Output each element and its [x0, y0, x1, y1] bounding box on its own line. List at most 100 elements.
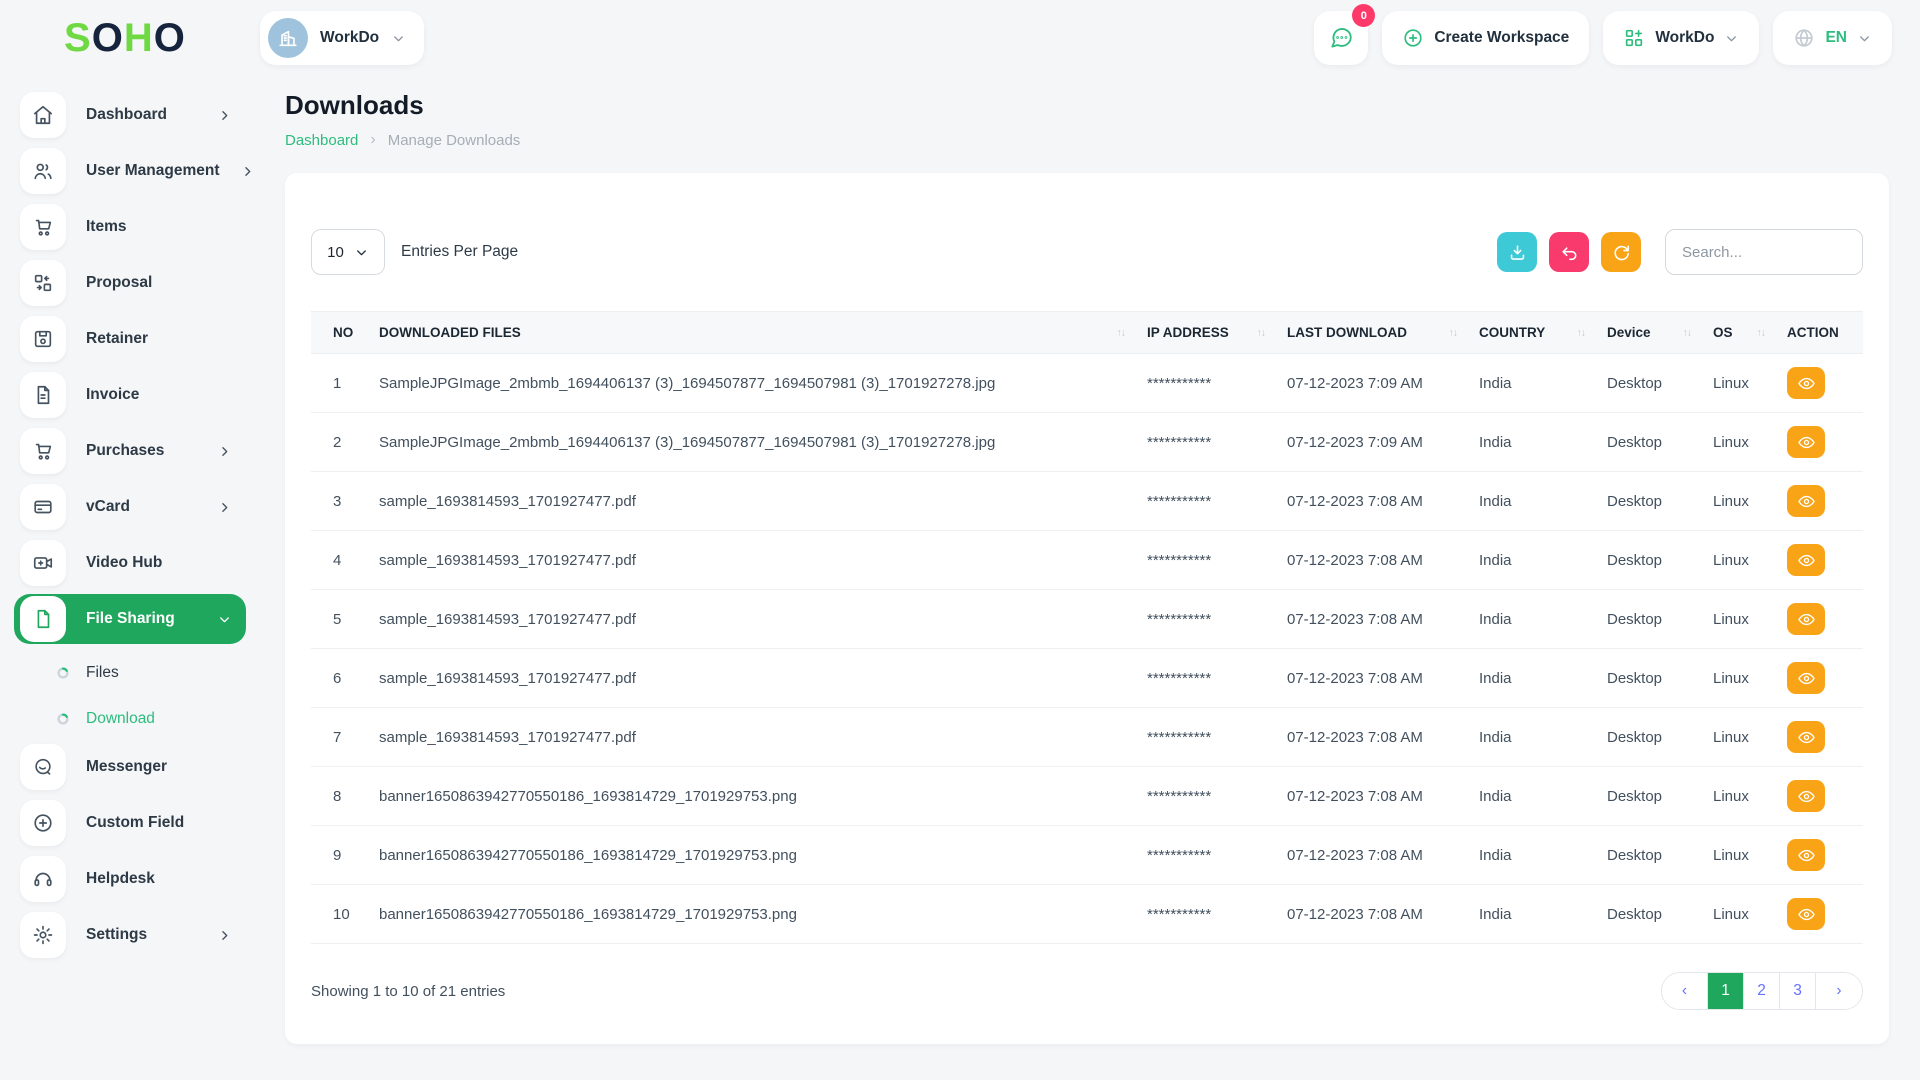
sidebar-item-retainer[interactable]: Retainer: [14, 314, 246, 364]
view-download-button[interactable]: [1787, 662, 1825, 694]
cell-action: [1777, 354, 1863, 413]
sidebar-item-label: Items: [86, 218, 127, 236]
sidebar-item-file-sharing[interactable]: File Sharing: [14, 594, 246, 644]
column-header-last-download[interactable]: LAST DOWNLOAD ↑↓: [1277, 312, 1469, 354]
cell-file: SampleJPGImage_2mbmb_1694406137 (3)_1694…: [369, 413, 1137, 472]
column-header-device[interactable]: Device↑↓: [1597, 312, 1703, 354]
sidebar-item-purchases[interactable]: Purchases: [14, 426, 246, 476]
pagination-page-1[interactable]: 1: [1708, 973, 1744, 1009]
sort-icon[interactable]: ↑↓: [1257, 327, 1266, 339]
column-header-label: LAST DOWNLOAD: [1287, 325, 1407, 340]
sidebar-item-proposal[interactable]: Proposal: [14, 258, 246, 308]
cell-device: Desktop: [1597, 590, 1703, 649]
download-icon: [1508, 243, 1527, 262]
column-header-country[interactable]: COUNTRY↑↓: [1469, 312, 1597, 354]
cell-no: 4: [311, 531, 369, 590]
view-download-button[interactable]: [1787, 721, 1825, 753]
sidebar-item-video-hub[interactable]: Video Hub: [14, 538, 246, 588]
app-switcher-label: WorkDo: [1655, 29, 1714, 47]
cell-device: Desktop: [1597, 413, 1703, 472]
column-header-ip-address[interactable]: IP ADDRESS ↑↓: [1137, 312, 1277, 354]
cell-device: Desktop: [1597, 531, 1703, 590]
cell-no: 10: [311, 885, 369, 944]
cell-ip: ***********: [1137, 413, 1277, 472]
sidebar-item-settings[interactable]: Settings: [14, 910, 246, 960]
loader-bullet-icon: [56, 666, 70, 680]
sort-icon[interactable]: ↑↓: [1757, 327, 1766, 339]
cell-os: Linux: [1703, 472, 1777, 531]
cell-device: Desktop: [1597, 767, 1703, 826]
cell-last_download: 07-12-2023 7:08 AM: [1277, 472, 1469, 531]
table-row: 6sample_1693814593_1701927477.pdf*******…: [311, 649, 1863, 708]
sort-icon[interactable]: ↑↓: [1449, 327, 1458, 339]
cell-country: India: [1469, 590, 1597, 649]
sidebar-item-vcard[interactable]: vCard: [14, 482, 246, 532]
cell-device: Desktop: [1597, 708, 1703, 767]
sort-icon[interactable]: ↑↓: [1683, 327, 1692, 339]
sidebar-item-items[interactable]: Items: [14, 202, 246, 252]
sidebar-item-helpdesk[interactable]: Helpdesk: [14, 854, 246, 904]
pagination-page-3[interactable]: 3: [1780, 973, 1816, 1009]
chevron-right-icon: [217, 108, 232, 123]
column-header-label: OS: [1713, 325, 1733, 340]
downloads-card: 10 Entries Per Page NODOWNLOADED FILES↑↓…: [285, 173, 1889, 1044]
sidebar-subitem-files[interactable]: Files: [14, 650, 246, 696]
cell-no: 7: [311, 708, 369, 767]
create-workspace-button[interactable]: Create Workspace: [1382, 11, 1589, 65]
sidebar-item-label: Purchases: [86, 442, 164, 460]
refresh-button[interactable]: [1601, 232, 1641, 272]
view-download-button[interactable]: [1787, 780, 1825, 812]
app-switcher-button[interactable]: WorkDo: [1603, 11, 1759, 65]
breadcrumb-dashboard-link[interactable]: Dashboard: [285, 132, 358, 149]
column-header-label: IP ADDRESS: [1147, 325, 1229, 340]
table-row: 10banner1650863942770550186_1693814729_1…: [311, 885, 1863, 944]
cell-action: [1777, 767, 1863, 826]
chevron-right-icon: [217, 444, 232, 459]
column-header-label: ACTION: [1787, 325, 1839, 340]
workspace-selector[interactable]: WorkDo: [260, 11, 424, 65]
cell-no: 5: [311, 590, 369, 649]
eye-icon: [1797, 610, 1816, 629]
sort-icon[interactable]: ↑↓: [1117, 327, 1126, 339]
cell-file: sample_1693814593_1701927477.pdf: [369, 531, 1137, 590]
sort-icon[interactable]: ↑↓: [1577, 327, 1586, 339]
main-content: Downloads Dashboard › Manage Downloads 1…: [260, 76, 1920, 1044]
pagination-next-button[interactable]: ›: [1816, 973, 1862, 1009]
sidebar-item-messenger[interactable]: Messenger: [14, 742, 246, 792]
table-row: 4sample_1693814593_1701927477.pdf*******…: [311, 531, 1863, 590]
sidebar-subitem-download[interactable]: Download: [14, 696, 246, 742]
view-download-button[interactable]: [1787, 603, 1825, 635]
pagination-page-2[interactable]: 2: [1744, 973, 1780, 1009]
eye-icon: [1797, 787, 1816, 806]
sidebar-item-label: Settings: [86, 926, 147, 944]
column-header-os[interactable]: OS ↑↓: [1703, 312, 1777, 354]
cell-device: Desktop: [1597, 649, 1703, 708]
view-download-button[interactable]: [1787, 898, 1825, 930]
table-actions: [1497, 229, 1863, 275]
video-icon: [20, 540, 66, 586]
search-input[interactable]: [1665, 229, 1863, 275]
users-icon: [20, 148, 66, 194]
view-download-button[interactable]: [1787, 367, 1825, 399]
cell-os: Linux: [1703, 885, 1777, 944]
sidebar-item-dashboard[interactable]: Dashboard: [14, 90, 246, 140]
sidebar-item-user-management[interactable]: User Management: [14, 146, 246, 196]
sidebar-item-custom-field[interactable]: Custom Field: [14, 798, 246, 848]
reset-button[interactable]: [1549, 232, 1589, 272]
messages-button[interactable]: 0: [1314, 11, 1368, 65]
view-download-button[interactable]: [1787, 544, 1825, 576]
view-download-button[interactable]: [1787, 839, 1825, 871]
table-row: 9banner1650863942770550186_1693814729_17…: [311, 826, 1863, 885]
pagination-prev-button[interactable]: ‹: [1662, 973, 1708, 1009]
export-download-button[interactable]: [1497, 232, 1537, 272]
topbar: SOHO WorkDo 0 Create Workspace WorkDo: [0, 0, 1920, 76]
logo-letter: H: [124, 18, 154, 58]
view-download-button[interactable]: [1787, 426, 1825, 458]
column-header-downloaded-files[interactable]: DOWNLOADED FILES↑↓: [369, 312, 1137, 354]
plus-circle-icon: [1402, 27, 1424, 49]
sidebar-item-invoice[interactable]: Invoice: [14, 370, 246, 420]
view-download-button[interactable]: [1787, 485, 1825, 517]
entries-per-page-select[interactable]: 10: [311, 229, 385, 275]
language-selector[interactable]: EN: [1773, 11, 1892, 65]
sidebar: Dashboard User Management Items Proposal Ret…: [0, 76, 260, 966]
